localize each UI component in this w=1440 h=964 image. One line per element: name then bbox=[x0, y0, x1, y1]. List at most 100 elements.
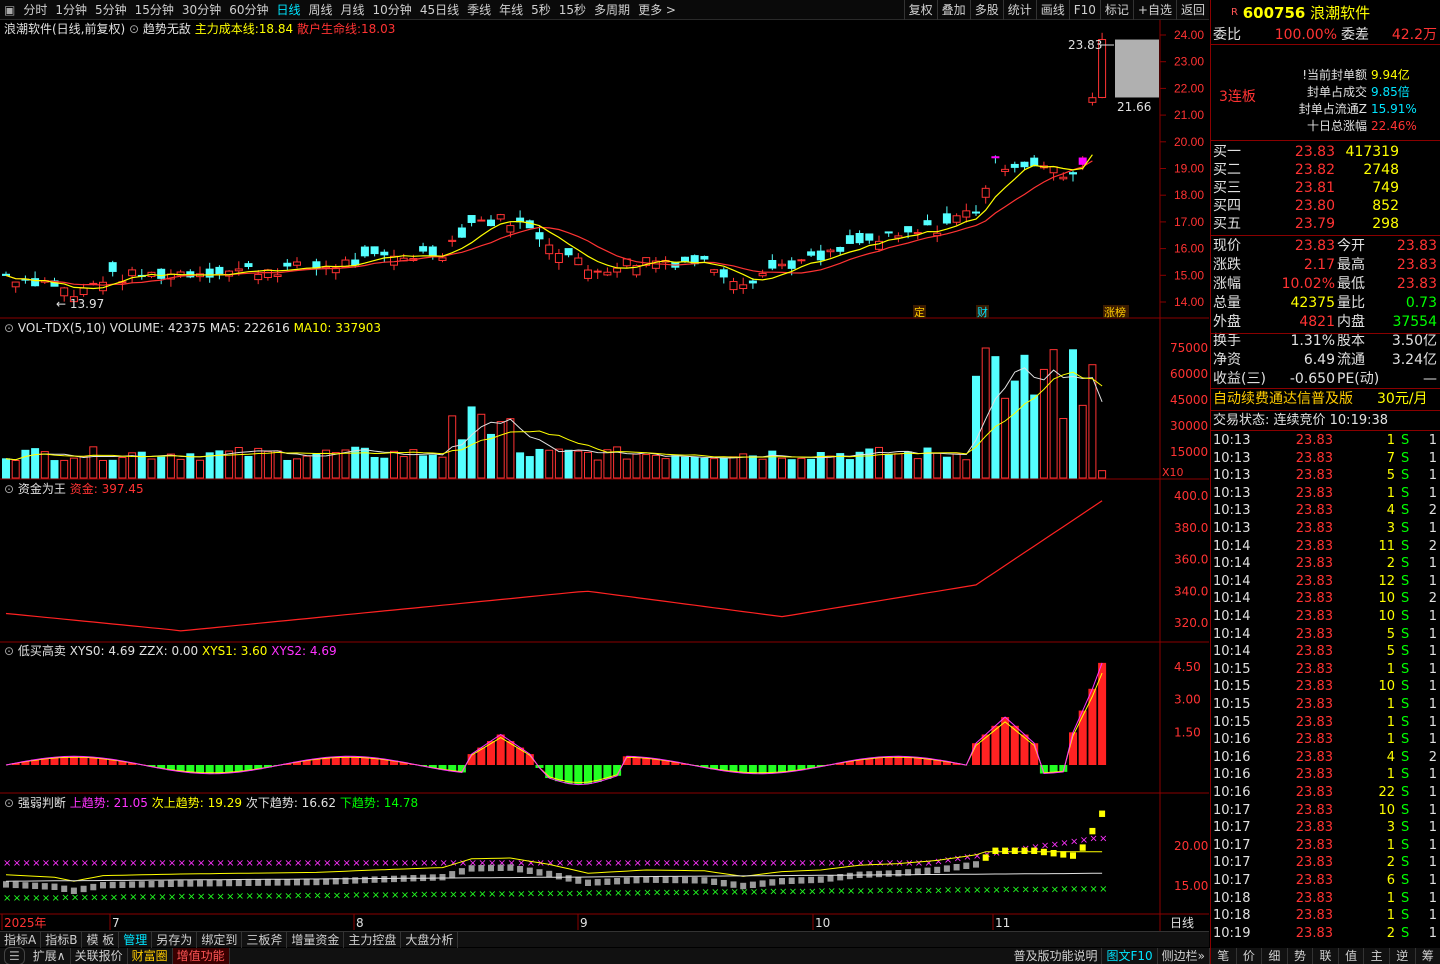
period-tab-0[interactable]: 分时 bbox=[19, 0, 51, 20]
period-tab-11[interactable]: 季线 bbox=[463, 0, 495, 20]
status-tab-0[interactable]: 扩展∧ bbox=[29, 948, 71, 964]
right-tab-1[interactable]: 价 bbox=[1237, 948, 1263, 964]
tick-count: 2 bbox=[1428, 538, 1437, 554]
period-tab-9[interactable]: 10分钟 bbox=[369, 0, 416, 20]
status-tab-3[interactable]: 增值功能 bbox=[172, 948, 230, 964]
qr-up-mark: × bbox=[236, 858, 244, 869]
status-link-1[interactable]: 图文F10 bbox=[1102, 948, 1158, 964]
right-divider-6 bbox=[1211, 430, 1440, 431]
vol-ytick: 15000 bbox=[1170, 445, 1208, 459]
period-tab-1[interactable]: 1分钟 bbox=[51, 0, 91, 20]
quote-value1: -0.650 bbox=[1289, 371, 1335, 387]
tick-count: 1 bbox=[1428, 609, 1437, 624]
tick-side: S bbox=[1401, 485, 1410, 501]
qr-down-mark: × bbox=[701, 887, 709, 898]
tool-button-1[interactable]: 叠加 bbox=[936, 0, 970, 20]
right-tab-4[interactable]: 联 bbox=[1313, 948, 1339, 964]
indicator-tab-8[interactable]: 主力控盘 bbox=[344, 931, 402, 948]
tick-vol: 1 bbox=[1386, 485, 1395, 501]
volume-bar bbox=[1039, 368, 1048, 479]
period-tab-6[interactable]: 日线 bbox=[272, 0, 304, 20]
indicator-tab-3[interactable]: 管理 bbox=[119, 931, 153, 948]
indicator-tab-4[interactable]: 另存为 bbox=[152, 931, 198, 948]
period-tab-15[interactable]: 多周期 bbox=[590, 0, 634, 20]
qr-up-mark: × bbox=[1089, 834, 1097, 845]
period-tab-13[interactable]: 5秒 bbox=[527, 0, 555, 20]
qr-bar bbox=[177, 880, 184, 887]
right-tab-5[interactable]: 值 bbox=[1339, 948, 1365, 964]
tool-button-6[interactable]: 标记 bbox=[1099, 0, 1133, 20]
qr-down-mark: × bbox=[139, 892, 147, 903]
volume-bar bbox=[496, 421, 505, 479]
qr-up-mark: × bbox=[420, 858, 428, 869]
tick-side: S bbox=[1401, 626, 1410, 642]
money-ytick: 320.0 bbox=[1174, 616, 1208, 630]
qr-down-mark: × bbox=[575, 888, 583, 899]
tool-button-0[interactable]: 复权 bbox=[903, 0, 937, 20]
candle-body bbox=[254, 273, 263, 281]
indicator-tab-9[interactable]: 大盘分析 bbox=[401, 931, 459, 948]
qr-down-mark: × bbox=[818, 886, 826, 897]
toolbar-menu-icon[interactable]: ▣ bbox=[0, 0, 19, 20]
right-tab-3[interactable]: 势 bbox=[1288, 948, 1314, 964]
event-marker[interactable]: 涨榜 bbox=[1104, 305, 1126, 319]
period-tab-5[interactable]: 60分钟 bbox=[225, 0, 272, 20]
right-tab-2[interactable]: 细 bbox=[1262, 948, 1288, 964]
indicator-tab-2[interactable]: 模 板 bbox=[82, 931, 120, 948]
qr-down-mark: × bbox=[779, 887, 787, 898]
tick-row-4: 10:13 23.83 4 S 2 bbox=[1211, 502, 1440, 520]
qr-up-mark: × bbox=[100, 858, 108, 869]
period-tab-4[interactable]: 30分钟 bbox=[178, 0, 225, 20]
tool-button-8[interactable]: 返回 bbox=[1175, 0, 1209, 20]
tool-button-2[interactable]: 多股 bbox=[969, 0, 1003, 20]
tick-row-13: 10:15 23.83 1 S 1 bbox=[1211, 661, 1440, 679]
indicator-tab-1[interactable]: 指标B bbox=[41, 931, 83, 948]
chart-area[interactable]: 24.00 23.00 22.00 21.00 20.00 19.00 18.00 17.00… bbox=[0, 20, 1209, 931]
tool-button-4[interactable]: 画线 bbox=[1035, 0, 1069, 20]
tool-button-5[interactable]: F10 bbox=[1068, 0, 1100, 20]
quote-row-6: 净资 6.49 流通 3.24亿 bbox=[1211, 351, 1440, 369]
period-tab-2[interactable]: 5分钟 bbox=[91, 0, 131, 20]
tool-button-7[interactable]: +自选 bbox=[1132, 0, 1176, 20]
period-tab-12[interactable]: 年线 bbox=[495, 0, 527, 20]
qr-bar bbox=[1002, 847, 1009, 854]
period-tab-16[interactable]: 更多 > bbox=[634, 0, 680, 20]
xaxis-period[interactable]: 日线 bbox=[1170, 916, 1194, 930]
indicator-tab-5[interactable]: 绑定到 bbox=[197, 931, 243, 948]
event-marker[interactable]: 财 bbox=[977, 305, 988, 319]
status-link-0[interactable]: 普及版功能说明 bbox=[1009, 948, 1103, 964]
right-tab-6[interactable]: 主 bbox=[1364, 948, 1390, 964]
period-tab-3[interactable]: 15分钟 bbox=[131, 0, 178, 20]
right-tab-7[interactable]: 逆 bbox=[1390, 948, 1416, 964]
main-ytick: 18.00 bbox=[1174, 188, 1204, 202]
tool-button-3[interactable]: 统计 bbox=[1002, 0, 1036, 20]
status-tab-1[interactable]: 关联报价 bbox=[71, 948, 128, 964]
indicator-tab-6[interactable]: 三板斧 bbox=[242, 931, 288, 948]
ad-text[interactable]: 自动续费通达信普及版 bbox=[1213, 390, 1353, 408]
period-tab-8[interactable]: 月线 bbox=[337, 0, 369, 20]
qr-up-mark: × bbox=[1070, 836, 1078, 847]
qr-up-mark: × bbox=[207, 858, 215, 869]
qr-up-mark: × bbox=[828, 858, 836, 869]
right-divider-1 bbox=[1211, 140, 1440, 141]
indicator-tab-7[interactable]: 增量资金 bbox=[287, 931, 345, 948]
tick-row-14: 10:15 23.83 10 S 1 bbox=[1211, 678, 1440, 696]
status-tab-2[interactable]: 财富圈 bbox=[128, 948, 173, 964]
qr-up-mark: × bbox=[284, 858, 292, 869]
right-tab-8[interactable]: 筹 bbox=[1416, 948, 1440, 964]
event-marker[interactable]: 定 bbox=[914, 305, 925, 319]
status-menu-icon[interactable]: ☰ bbox=[4, 947, 25, 964]
seal-label: 十日总涨幅 bbox=[1306, 119, 1367, 133]
indicator-tab-0[interactable]: 指标A bbox=[0, 931, 42, 948]
status-link-2[interactable]: 侧边栏» bbox=[1158, 948, 1210, 964]
period-tab-14[interactable]: 15秒 bbox=[555, 0, 590, 20]
volume-bar bbox=[370, 456, 379, 479]
right-tab-0[interactable]: 笔 bbox=[1211, 948, 1237, 964]
period-tab-7[interactable]: 周线 bbox=[305, 0, 337, 20]
period-tab-10[interactable]: 45日线 bbox=[416, 0, 463, 20]
vol-unit: X10 bbox=[1162, 466, 1184, 479]
bid-price: 23.81 bbox=[1294, 180, 1335, 196]
volume-bar bbox=[632, 453, 641, 479]
tick-side: S bbox=[1401, 609, 1410, 624]
qr-down-mark: × bbox=[372, 890, 380, 901]
